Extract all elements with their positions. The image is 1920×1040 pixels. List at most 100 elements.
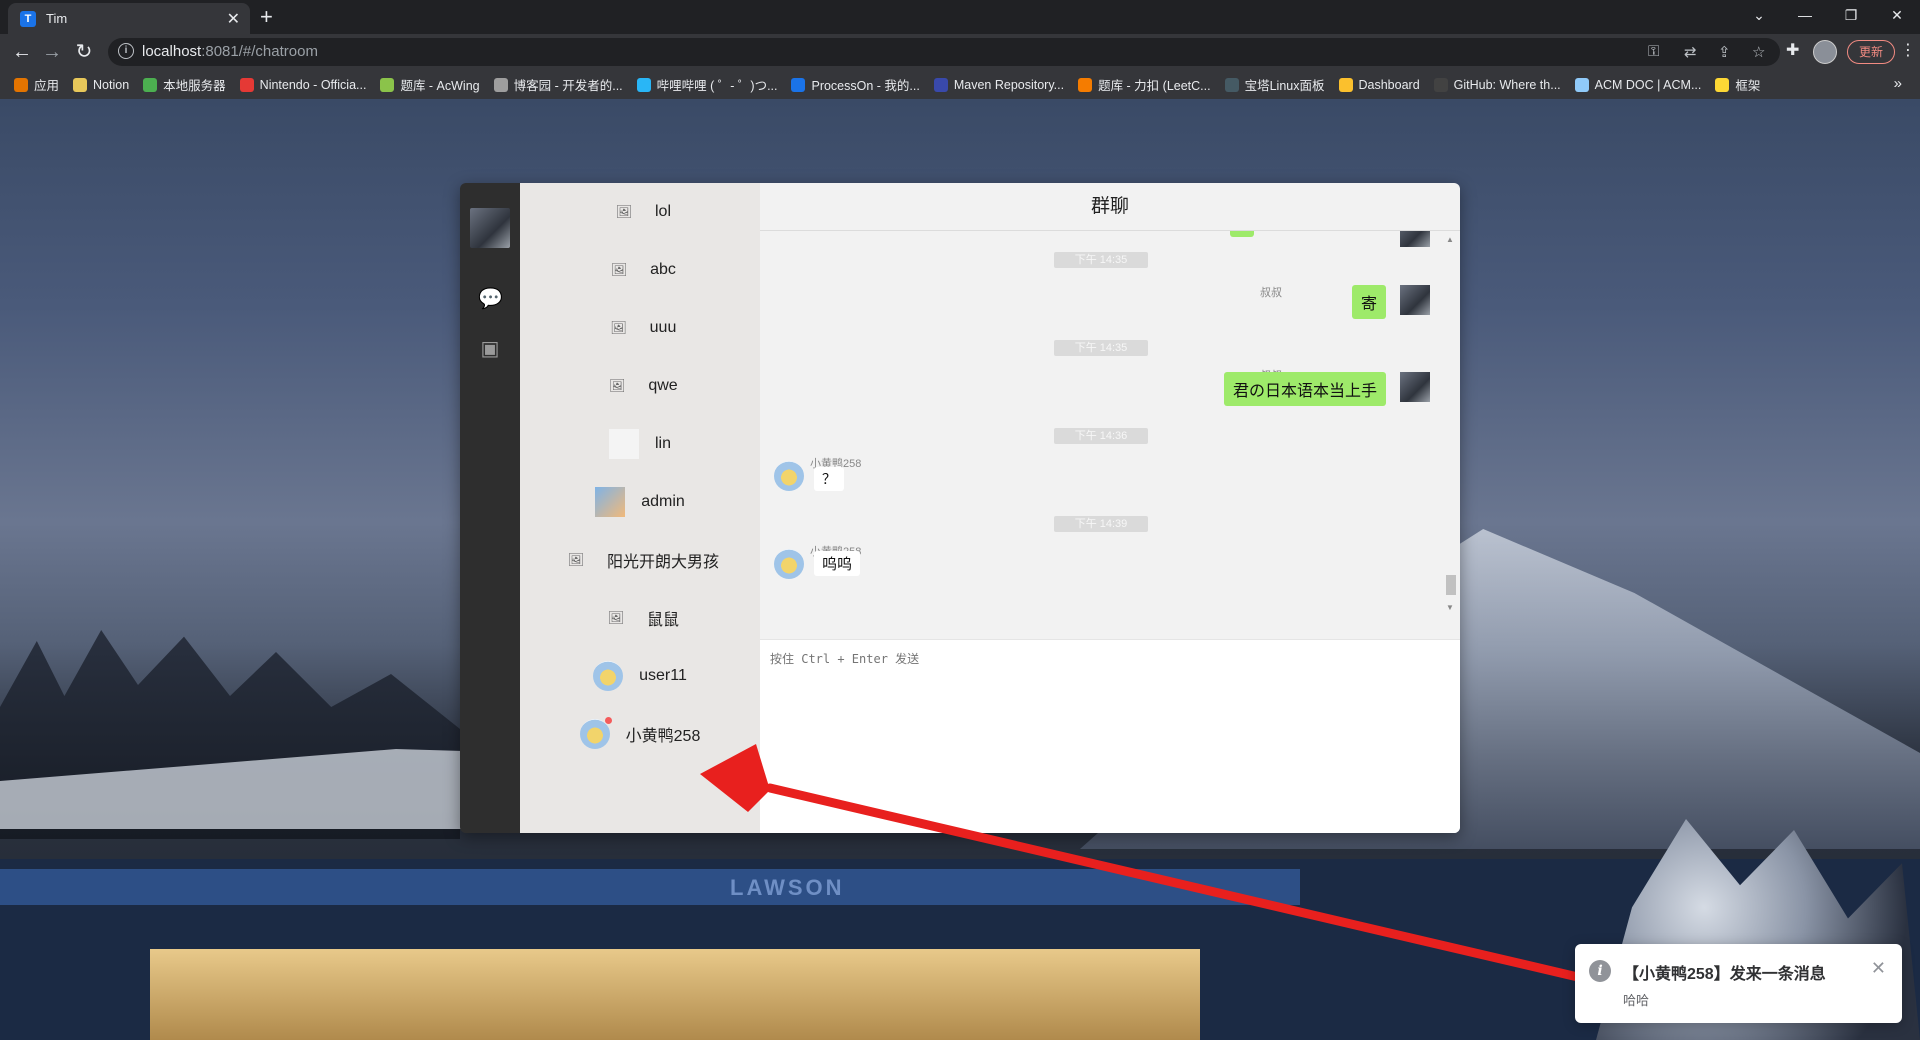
acm-doc-icon xyxy=(1574,77,1589,92)
contact-name: user11 xyxy=(639,667,687,684)
bookmark-item[interactable]: 宝塔Linux面板 xyxy=(1224,75,1325,94)
minimize-icon[interactable]: — xyxy=(1782,0,1828,34)
bookmark-item[interactable]: ACM DOC | ACM... xyxy=(1574,77,1701,92)
contact-name: 鼠鼠 xyxy=(646,612,679,629)
message-time: 下午 14:35 xyxy=(1054,252,1148,268)
contact-name: 小黄鸭258 xyxy=(625,728,701,745)
notification-body: 哈哈 xyxy=(1623,993,1650,1008)
bookmark-item[interactable]: Maven Repository... xyxy=(933,77,1064,92)
tab-close-icon[interactable]: ✕ xyxy=(227,9,240,29)
bookmark-item[interactable]: Nintendo - Officia... xyxy=(239,77,366,92)
broken-image-icon: 🖼 xyxy=(567,552,585,567)
bookmark-apps[interactable]: 应用 xyxy=(14,75,59,94)
broken-image-icon: 🖼 xyxy=(610,320,627,335)
broken-image-icon: 🖼 xyxy=(610,262,628,277)
bookmark-item[interactable]: 本地服务器 xyxy=(143,75,226,94)
contact-item-lin[interactable]: lin xyxy=(520,415,760,473)
chat-bubble-icon[interactable]: 💬 xyxy=(478,287,503,311)
bookmarks-bar: 应用 Notion 本地服务器 Nintendo - Officia... 题库… xyxy=(0,70,1920,99)
bookmark-item[interactable]: 博客园 - 开发者的... xyxy=(493,75,623,94)
extensions-icon[interactable]: ✚ xyxy=(1786,40,1799,60)
browser-tab[interactable]: T Tim ✕ xyxy=(8,3,250,34)
browser-tabbar: T Tim ✕ + ⌄ — ❐ ✕ xyxy=(0,0,1920,34)
contact-item-shushu[interactable]: 🖼 鼠鼠 xyxy=(520,589,760,647)
nintendo-icon xyxy=(239,77,254,92)
browser-toolbar: ← → ↻ i localhost:8081/#/chatroom ⚿ ⇄ ⇪ … xyxy=(0,34,1920,70)
profile-avatar[interactable] xyxy=(1813,40,1837,64)
contact-name: lin xyxy=(654,435,671,452)
bookmark-item[interactable]: 题库 - 力扣 (LeetC... xyxy=(1078,75,1211,94)
folder-icon xyxy=(1715,77,1730,92)
info-icon: i xyxy=(1589,960,1611,982)
contact-item-lol[interactable]: 🖼 lol xyxy=(520,183,760,241)
message-notification[interactable]: i 【小黄鸭258】发来一条消息 哈哈 ✕ xyxy=(1575,944,1902,1023)
close-window-icon[interactable]: ✕ xyxy=(1874,0,1920,34)
new-tab-icon[interactable]: + xyxy=(260,4,273,30)
bookmark-star-icon[interactable]: ☆ xyxy=(1752,43,1765,61)
background-store-sign: LAWSON xyxy=(0,869,1300,905)
broken-image-icon: 🖼 xyxy=(607,610,625,625)
back-icon[interactable]: ← xyxy=(10,40,34,64)
contact-avatar xyxy=(608,429,639,459)
message-input[interactable] xyxy=(768,648,1452,822)
message-avatar xyxy=(774,549,804,579)
site-info-icon[interactable]: i xyxy=(118,43,134,59)
message-scrollbar[interactable]: ▲ ▼ xyxy=(1444,231,1458,623)
notion-icon xyxy=(73,77,88,92)
contact-item-duck258[interactable]: 小黄鸭258 xyxy=(520,705,760,763)
bookmark-item[interactable]: 题库 - AcWing xyxy=(380,75,480,94)
reload-icon[interactable]: ↻ xyxy=(72,40,96,64)
contact-name: admin xyxy=(641,493,685,510)
message-avatar xyxy=(1400,372,1430,402)
contact-item-abc[interactable]: 🖼 abc xyxy=(520,241,760,299)
chat-main-panel: 群聊 下午 14:35 叔叔 寄 下午 14:35 叔叔 君の日本语本当上手 下… xyxy=(760,183,1460,833)
tab-search-icon[interactable]: ⌄ xyxy=(1736,0,1782,34)
my-avatar[interactable] xyxy=(470,208,510,248)
broken-image-icon: 🖼 xyxy=(615,204,633,219)
notification-close-icon[interactable]: ✕ xyxy=(1871,958,1886,979)
bookmark-item[interactable]: Notion xyxy=(73,77,129,92)
contact-item-user11[interactable]: user11 xyxy=(520,647,760,705)
contacts-book-icon[interactable]: ▣ xyxy=(478,337,502,361)
bookmark-item[interactable]: Dashboard xyxy=(1338,77,1420,92)
forward-icon[interactable]: → xyxy=(40,40,64,64)
chat-app-window: 💬 ▣ 🖼 lol 🖼 abc 🖼 uuu 🖼 qwe lin admin � xyxy=(460,183,1460,833)
key-icon[interactable]: ⚿ xyxy=(1648,43,1659,60)
scroll-down-icon[interactable]: ▼ xyxy=(1446,603,1454,612)
contact-name: lol xyxy=(654,203,671,220)
translate-icon[interactable]: ⇄ xyxy=(1684,43,1697,61)
tim-favicon-icon: T xyxy=(20,10,36,27)
restore-icon[interactable]: ❐ xyxy=(1828,0,1874,34)
contact-avatar xyxy=(579,717,612,749)
unread-dot xyxy=(604,717,612,724)
message-input-area xyxy=(760,639,1460,833)
message-avatar xyxy=(774,461,804,491)
contact-item-qwe[interactable]: 🖼 qwe xyxy=(520,357,760,415)
contact-item-sunny-boy[interactable]: 🖼 阳光开朗大男孩 xyxy=(520,531,760,589)
update-button[interactable]: 更新 xyxy=(1847,40,1895,64)
address-bar[interactable]: i localhost:8081/#/chatroom ⚿ ⇄ ⇪ ☆ xyxy=(108,38,1780,66)
acwing-icon xyxy=(380,77,395,92)
scroll-up-icon[interactable]: ▲ xyxy=(1446,235,1454,244)
bookmark-item[interactable]: GitHub: Where th... xyxy=(1433,77,1561,92)
bookmark-item[interactable]: 框架 xyxy=(1715,75,1760,94)
message-avatar xyxy=(1400,231,1430,247)
url-text[interactable]: localhost:8081/#/chatroom xyxy=(142,43,318,60)
contact-avatar xyxy=(595,487,626,517)
menu-icon[interactable]: ⋮ xyxy=(1900,40,1916,60)
cnblogs-icon xyxy=(493,77,508,92)
contact-item-uuu[interactable]: 🖼 uuu xyxy=(520,299,760,357)
contact-name: qwe xyxy=(648,377,678,394)
scroll-thumb[interactable] xyxy=(1446,575,1456,595)
message-bubble xyxy=(1230,231,1254,237)
message-time: 下午 14:39 xyxy=(1054,516,1148,532)
github-icon xyxy=(1433,77,1448,92)
bookmark-item[interactable]: ProcessOn - 我的... xyxy=(791,75,920,94)
share-icon[interactable]: ⇪ xyxy=(1718,43,1731,61)
bookmarks-overflow-icon[interactable]: » xyxy=(1894,75,1902,92)
contact-item-admin[interactable]: admin xyxy=(520,473,760,531)
message-list: 下午 14:35 叔叔 寄 下午 14:35 叔叔 君の日本语本当上手 下午 1… xyxy=(760,231,1460,623)
bookmark-item[interactable]: 哔哩哔哩 ( ゜- ゜)つ... xyxy=(636,75,777,94)
tab-title: Tim xyxy=(46,11,68,26)
chat-title: 群聊 xyxy=(760,183,1460,231)
